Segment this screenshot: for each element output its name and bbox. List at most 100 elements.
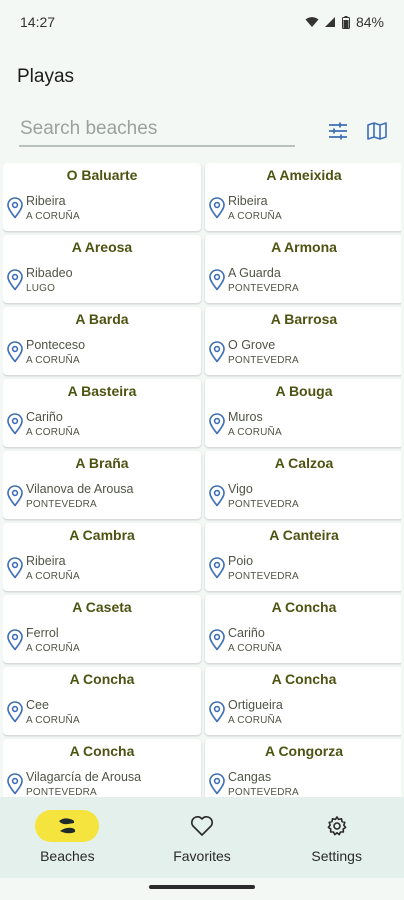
- location-pin-icon: [209, 485, 225, 507]
- beach-town: Ferrol: [26, 626, 59, 640]
- wifi-icon: [305, 17, 319, 27]
- status-bar: 14:27 84%: [0, 0, 404, 44]
- beach-town: Vigo: [228, 482, 253, 496]
- filter-sliders-icon: [329, 122, 347, 140]
- nav-label-favorites: Favorites: [173, 848, 231, 864]
- beach-name: A Braña: [75, 455, 129, 471]
- beach-province: LUGO: [26, 283, 56, 294]
- beach-town: Vilagarcía de Arousa: [26, 770, 142, 784]
- nav-label-settings: Settings: [311, 848, 362, 864]
- beach-town: Cangas: [228, 770, 272, 784]
- beach-card[interactable]: A Calzoa Vigo PONTEVEDRA: [205, 451, 401, 519]
- beach-card[interactable]: A Concha Vilagarcía de Arousa PONTEVEDRA: [3, 739, 201, 797]
- beach-card[interactable]: A Caseta Ferrol A CORUÑA: [3, 595, 201, 663]
- beach-icon: [59, 818, 76, 834]
- nav-icon-container: [305, 810, 369, 842]
- beach-card[interactable]: A Canteira Poio PONTEVEDRA: [205, 523, 401, 591]
- location-pin-icon: [209, 413, 225, 435]
- nav-active-indicator: [35, 810, 100, 842]
- nav-icon-container: [170, 810, 234, 842]
- beach-name: A Armona: [271, 239, 337, 255]
- location-pin-icon: [7, 197, 23, 219]
- beach-card[interactable]: A Cambra Ribeira A CORUÑA: [3, 523, 201, 591]
- beach-province: A CORUÑA: [228, 427, 282, 438]
- beach-town: Ribeira: [228, 194, 268, 208]
- beach-name: A Concha: [271, 599, 337, 615]
- beach-card[interactable]: A Bouga Muros A CORUÑA: [205, 379, 401, 447]
- location-pin-icon: [7, 773, 23, 795]
- beach-name: A Canteira: [269, 527, 339, 543]
- map-button[interactable]: [366, 120, 388, 142]
- beach-grid: O Baluarte Ribeira A CORUÑA A Ameixida Ribei…: [3, 163, 401, 797]
- beach-town: Ribeira: [26, 194, 66, 208]
- nav-item-favorites[interactable]: Favorites: [135, 797, 270, 878]
- beach-card[interactable]: A Barda Ponteceso A CORUÑA: [3, 307, 201, 375]
- beach-town: Cee: [26, 698, 49, 712]
- signal-icon: [324, 17, 335, 27]
- beach-card[interactable]: A Ameixida Ribeira A CORUÑA: [205, 163, 401, 231]
- beach-town: Vilanova de Arousa: [26, 482, 134, 496]
- gear-icon: [327, 816, 347, 836]
- location-pin-icon: [7, 413, 23, 435]
- gesture-handle[interactable]: [149, 885, 255, 889]
- beach-card[interactable]: A Concha Cee A CORUÑA: [3, 667, 201, 735]
- status-time: 14:27: [20, 14, 56, 30]
- filter-button[interactable]: [327, 120, 349, 142]
- nav-item-beaches[interactable]: Beaches: [0, 797, 135, 878]
- beach-card[interactable]: A Areosa Ribadeo LUGO: [3, 235, 201, 303]
- beach-town: Ortigueira: [228, 698, 283, 712]
- beach-town: Ribadeo: [26, 266, 73, 280]
- beach-town: Ponteceso: [26, 338, 86, 352]
- nav-item-settings[interactable]: Settings: [269, 797, 404, 878]
- location-pin-icon: [209, 197, 225, 219]
- location-pin-icon: [209, 269, 225, 291]
- beach-name: A Caseta: [72, 599, 132, 615]
- battery-icon: [341, 15, 350, 29]
- map-icon: [367, 122, 387, 140]
- beach-town: A Guarda: [228, 266, 281, 280]
- beach-card[interactable]: A Basteira Cariño A CORUÑA: [3, 379, 201, 447]
- beach-card[interactable]: A Congorza Cangas PONTEVEDRA: [205, 739, 401, 797]
- location-pin-icon: [209, 701, 225, 723]
- beach-name: A Concha: [69, 671, 135, 687]
- beach-name: A Concha: [69, 743, 135, 759]
- search-row: [19, 112, 389, 148]
- beach-province: PONTEVEDRA: [228, 499, 299, 510]
- gesture-area: [0, 878, 404, 900]
- location-pin-icon: [7, 341, 23, 363]
- nav-label-beaches: Beaches: [40, 848, 95, 864]
- beach-province: A CORUÑA: [26, 571, 80, 582]
- beach-name: A Basteira: [67, 383, 137, 399]
- beach-town: Cariño: [228, 626, 265, 640]
- beach-card[interactable]: A Braña Vilanova de Arousa PONTEVEDRA: [3, 451, 201, 519]
- location-pin-icon: [7, 485, 23, 507]
- beach-card[interactable]: A Armona A Guarda PONTEVEDRA: [205, 235, 401, 303]
- beach-card[interactable]: A Barrosa O Grove PONTEVEDRA: [205, 307, 401, 375]
- beach-province: A CORUÑA: [228, 643, 282, 654]
- beach-name: A Bouga: [275, 383, 333, 399]
- page-title: Playas: [17, 66, 75, 87]
- battery-level: 84%: [355, 14, 384, 30]
- beach-name: A Calzoa: [274, 455, 334, 471]
- heart-icon: [191, 816, 213, 836]
- beach-province: PONTEVEDRA: [228, 571, 299, 582]
- beach-card[interactable]: A Concha Ortigueira A CORUÑA: [205, 667, 401, 735]
- beach-province: PONTEVEDRA: [26, 787, 97, 797]
- search-input[interactable]: [19, 113, 295, 147]
- beach-name: O Baluarte: [66, 167, 138, 183]
- beach-card[interactable]: A Concha Cariño A CORUÑA: [205, 595, 401, 663]
- beach-name: A Barrosa: [270, 311, 338, 327]
- beach-name: A Cambra: [69, 527, 135, 543]
- beach-province: A CORUÑA: [26, 211, 80, 222]
- beach-town: O Grove: [228, 338, 276, 352]
- beach-card[interactable]: O Baluarte Ribeira A CORUÑA: [3, 163, 201, 231]
- beach-province: A CORUÑA: [26, 355, 80, 366]
- beach-name: A Concha: [271, 671, 337, 687]
- beach-name: A Barda: [75, 311, 129, 327]
- beach-province: PONTEVEDRA: [228, 283, 299, 294]
- beach-province: A CORUÑA: [228, 715, 282, 726]
- location-pin-icon: [7, 629, 23, 651]
- beach-province: A CORUÑA: [228, 211, 282, 222]
- location-pin-icon: [209, 773, 225, 795]
- location-pin-icon: [7, 269, 23, 291]
